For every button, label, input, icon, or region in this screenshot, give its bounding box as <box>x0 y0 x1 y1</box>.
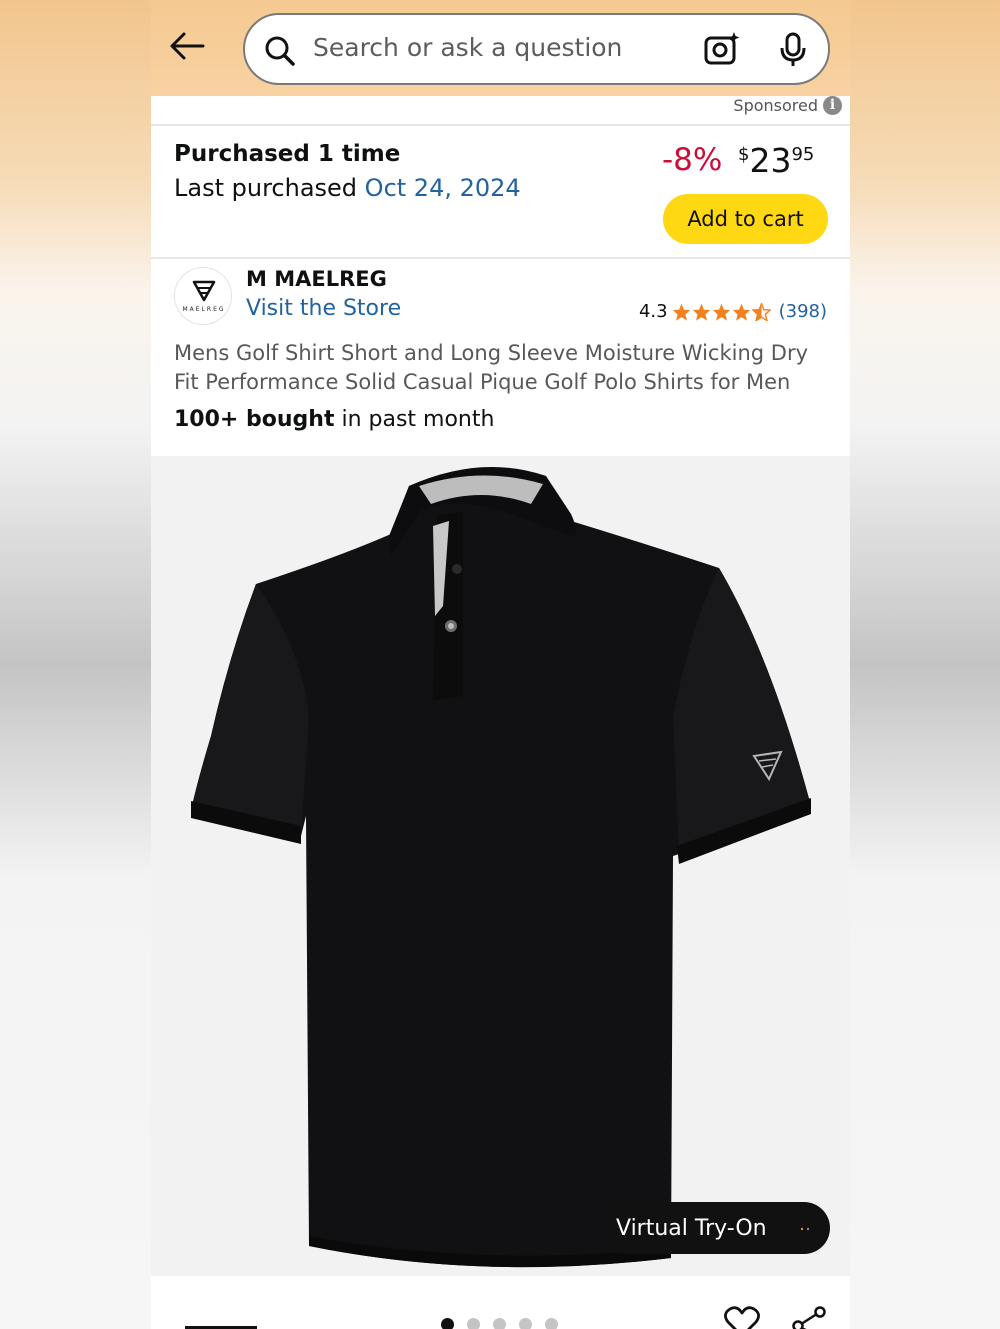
carousel-dot[interactable] <box>493 1318 506 1329</box>
star-full-icon <box>672 303 690 321</box>
heart-icon[interactable] <box>724 1306 760 1329</box>
price-currency: $ <box>738 144 750 165</box>
back-arrow-icon <box>170 32 205 60</box>
camera-search-icon[interactable] <box>703 30 741 68</box>
rating-value: 4.3 <box>638 301 668 322</box>
visit-store-link[interactable]: Visit the Store <box>246 296 401 321</box>
discount-percent: -8% <box>662 142 723 178</box>
brand-logo-icon <box>192 280 216 302</box>
star-full-icon <box>692 303 710 321</box>
carousel-dot[interactable] <box>467 1318 480 1329</box>
microphone-icon[interactable] <box>779 32 807 68</box>
product-title[interactable]: Mens Golf Shirt Short and Long Sleeve Mo… <box>174 339 834 397</box>
purchase-history-section: Purchased 1 time Last purchased Oct 24, … <box>151 127 850 259</box>
star-half-icon <box>751 302 771 321</box>
bought-in-past-month: 100+ bought in past month <box>174 407 494 432</box>
carousel-dots[interactable] <box>441 1318 558 1329</box>
sponsored-row: Sponsored i <box>151 96 850 126</box>
last-purchased-line: Last purchased Oct 24, 2024 <box>174 174 521 202</box>
review-count[interactable]: (398) <box>779 301 827 322</box>
last-purchased-label: Last purchased <box>174 174 358 202</box>
star-rating <box>672 302 771 321</box>
product-image[interactable] <box>151 456 850 1276</box>
search-placeholder[interactable]: Search or ask a question <box>313 33 622 62</box>
top-bar: Search or ask a question <box>151 0 850 96</box>
store-logo[interactable]: MAELREG <box>174 267 232 325</box>
bought-period: in past month <box>341 407 495 432</box>
carousel-dot[interactable] <box>545 1318 558 1329</box>
share-icon[interactable] <box>791 1306 827 1329</box>
price-fraction: 95 <box>791 144 815 165</box>
sponsored-label: Sponsored <box>733 96 818 115</box>
star-full-icon <box>712 303 730 321</box>
brand-name: M MAELREG <box>246 267 387 291</box>
product-image-carousel[interactable]: Virtual Try-On <box>151 456 850 1276</box>
image-controls-row <box>151 1276 850 1329</box>
rating-summary[interactable]: 4.3 (398) <box>639 301 827 322</box>
bought-count: 100+ bought <box>174 407 335 432</box>
product-info-section: MAELREG M MAELREG Visit the Store 4.3 (3… <box>151 261 850 456</box>
virtual-try-on-label: Virtual Try-On <box>616 1215 767 1241</box>
price: $2395 <box>738 141 814 180</box>
back-button[interactable] <box>165 26 209 66</box>
star-full-icon <box>732 303 750 321</box>
info-icon[interactable]: i <box>823 96 842 115</box>
virtual-try-on-button[interactable]: Virtual Try-On <box>602 1202 830 1254</box>
price-whole: 23 <box>749 141 792 180</box>
logo-wordmark: MAELREG <box>182 306 226 313</box>
purchased-count: Purchased 1 time <box>174 141 401 167</box>
search-bar[interactable]: Search or ask a question <box>243 13 830 85</box>
add-to-cart-button[interactable]: Add to cart <box>663 194 828 244</box>
sparkle-icon <box>800 1227 810 1231</box>
last-purchased-date[interactable]: Oct 24, 2024 <box>365 174 521 202</box>
app-frame: Search or ask a question Sponsored i Pur… <box>151 0 850 1329</box>
carousel-dot[interactable] <box>519 1318 532 1329</box>
search-icon <box>265 36 295 66</box>
carousel-dot[interactable] <box>441 1318 454 1329</box>
